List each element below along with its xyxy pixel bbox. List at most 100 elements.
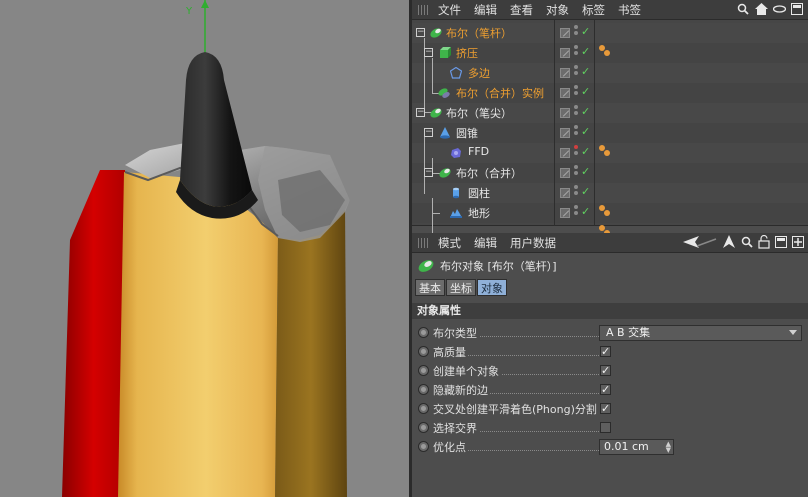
visibility-dots[interactable] — [574, 25, 578, 37]
animate-radio-icon[interactable] — [418, 422, 429, 433]
select-intersection-checkbox[interactable] — [600, 422, 611, 433]
animate-radio-icon[interactable] — [418, 403, 429, 414]
object-name[interactable]: 多边 — [468, 65, 490, 81]
high-quality-checkbox[interactable]: ✓ — [600, 346, 611, 357]
enabled-check[interactable]: ✓ — [581, 25, 590, 38]
eye-icon[interactable] — [772, 2, 786, 16]
animate-radio-icon[interactable] — [418, 384, 429, 395]
animate-radio-icon[interactable] — [418, 346, 429, 357]
back-arrow-icon[interactable] — [683, 235, 717, 249]
search-icon[interactable] — [736, 2, 750, 16]
enabled-check[interactable]: ✓ — [581, 185, 590, 198]
animate-radio-icon[interactable] — [418, 327, 429, 338]
object-name[interactable]: 布尔（笔杆） — [446, 25, 512, 41]
tab-basic[interactable]: 基本 — [415, 279, 445, 296]
drag-grip-icon[interactable] — [418, 237, 430, 248]
visibility-dots[interactable] — [574, 165, 578, 177]
section-title: 对象属性 — [412, 303, 808, 319]
collapse-toggle[interactable]: − — [424, 168, 433, 177]
animate-radio-icon[interactable] — [418, 365, 429, 376]
edit-render-toggle[interactable] — [560, 148, 570, 158]
attribute-manager-menubar: 模式 编辑 用户数据 — [412, 233, 808, 253]
object-name[interactable]: 地形 — [468, 205, 490, 221]
collapse-toggle[interactable]: − — [424, 48, 433, 57]
visibility-dots[interactable] — [574, 145, 578, 157]
stepper-arrows-icon[interactable]: ▲ ▼ — [666, 440, 671, 453]
boolean-icon — [430, 28, 442, 38]
cursor-icon[interactable] — [722, 235, 736, 249]
optimize-points-input[interactable]: 0.01 cm ▲ ▼ — [599, 438, 674, 455]
single-object-checkbox[interactable]: ✓ — [600, 365, 611, 376]
edit-render-toggle[interactable] — [560, 108, 570, 118]
edit-render-toggle[interactable] — [560, 168, 570, 178]
phong-tag-icon[interactable] — [599, 205, 615, 217]
object-name[interactable]: 圆锥 — [456, 125, 478, 141]
home-icon[interactable] — [754, 2, 768, 16]
visibility-dots[interactable] — [574, 105, 578, 117]
menu-edit[interactable]: 编辑 — [474, 235, 497, 251]
enabled-check[interactable]: ✓ — [581, 45, 590, 58]
edit-render-toggle[interactable] — [560, 128, 570, 138]
object-name[interactable]: FFD — [468, 145, 489, 158]
menu-tags[interactable]: 标签 — [582, 2, 605, 18]
prop-label: 创建单个对象 — [433, 362, 501, 379]
edit-render-toggle[interactable] — [560, 88, 570, 98]
hide-new-edges-checkbox[interactable]: ✓ — [600, 384, 611, 395]
edit-render-toggle[interactable] — [560, 28, 570, 38]
object-name[interactable]: 挤压 — [456, 45, 478, 61]
lock-icon[interactable] — [758, 235, 770, 249]
object-name[interactable]: 布尔（笔尖） — [446, 105, 512, 121]
object-name[interactable]: 布尔（合并） — [456, 165, 522, 181]
enabled-check[interactable]: ✓ — [581, 205, 590, 218]
edit-render-toggle[interactable] — [560, 48, 570, 58]
menu-user-data[interactable]: 用户数据 — [510, 235, 556, 251]
visibility-dots[interactable] — [574, 85, 578, 97]
visibility-dots[interactable] — [574, 185, 578, 197]
enabled-check[interactable]: ✓ — [581, 65, 590, 78]
menu-file[interactable]: 文件 — [438, 2, 461, 18]
collapse-toggle[interactable]: − — [424, 128, 433, 137]
object-name[interactable]: 布尔（合并）实例 — [456, 85, 544, 101]
phong-tag-icon[interactable] — [599, 145, 615, 157]
phong-tag-icon[interactable] — [599, 45, 615, 57]
new-window-icon[interactable] — [790, 2, 804, 16]
new-window-icon[interactable] — [775, 236, 787, 248]
edit-render-toggle[interactable] — [560, 68, 570, 78]
edit-render-toggle[interactable] — [560, 188, 570, 198]
enabled-check[interactable]: ✓ — [581, 105, 590, 118]
tab-object[interactable]: 对象 — [477, 279, 507, 296]
object-name[interactable]: 圆柱 — [468, 185, 490, 201]
enabled-check[interactable]: ✓ — [581, 125, 590, 138]
visibility-dots[interactable] — [574, 45, 578, 57]
visibility-dots[interactable] — [574, 205, 578, 217]
animate-radio-icon[interactable] — [418, 441, 429, 452]
menu-bookmarks[interactable]: 书签 — [618, 2, 641, 18]
enabled-check[interactable]: ✓ — [581, 85, 590, 98]
tab-coordinates[interactable]: 坐标 — [446, 279, 476, 296]
phong-break-checkbox[interactable]: ✓ — [600, 403, 611, 414]
visibility-dots[interactable] — [574, 125, 578, 137]
menu-view[interactable]: 查看 — [510, 2, 533, 18]
right-panel: 文件 编辑 查看 对象 标签 书签 − 布尔（笔杆） − 挤压 多边 布尔（合并… — [412, 0, 808, 497]
collapse-toggle[interactable]: − — [416, 28, 425, 37]
extrude-icon — [440, 47, 451, 58]
object-manager-menubar: 文件 编辑 查看 对象 标签 书签 — [412, 0, 808, 20]
edit-render-toggle[interactable] — [560, 208, 570, 218]
y-axis-label: Y — [185, 6, 193, 17]
chevron-down-icon — [789, 329, 797, 335]
prop-label: 优化点 — [433, 438, 468, 455]
enabled-check[interactable]: ✓ — [581, 145, 590, 158]
drag-grip-icon[interactable] — [418, 4, 430, 15]
visibility-dots[interactable] — [574, 65, 578, 77]
viewport-3d[interactable]: Y — [0, 0, 409, 497]
add-icon[interactable] — [792, 236, 804, 248]
search-icon[interactable] — [741, 236, 753, 248]
prop-label: 布尔类型 — [433, 324, 479, 341]
prop-boolean-type: 布尔类型 A B 交集 — [412, 323, 808, 342]
collapse-toggle[interactable]: − — [416, 108, 425, 117]
menu-mode[interactable]: 模式 — [438, 235, 461, 251]
menu-object[interactable]: 对象 — [546, 2, 569, 18]
menu-edit[interactable]: 编辑 — [474, 2, 497, 18]
boolean-type-select[interactable]: A B 交集 — [599, 324, 802, 341]
enabled-check[interactable]: ✓ — [581, 165, 590, 178]
